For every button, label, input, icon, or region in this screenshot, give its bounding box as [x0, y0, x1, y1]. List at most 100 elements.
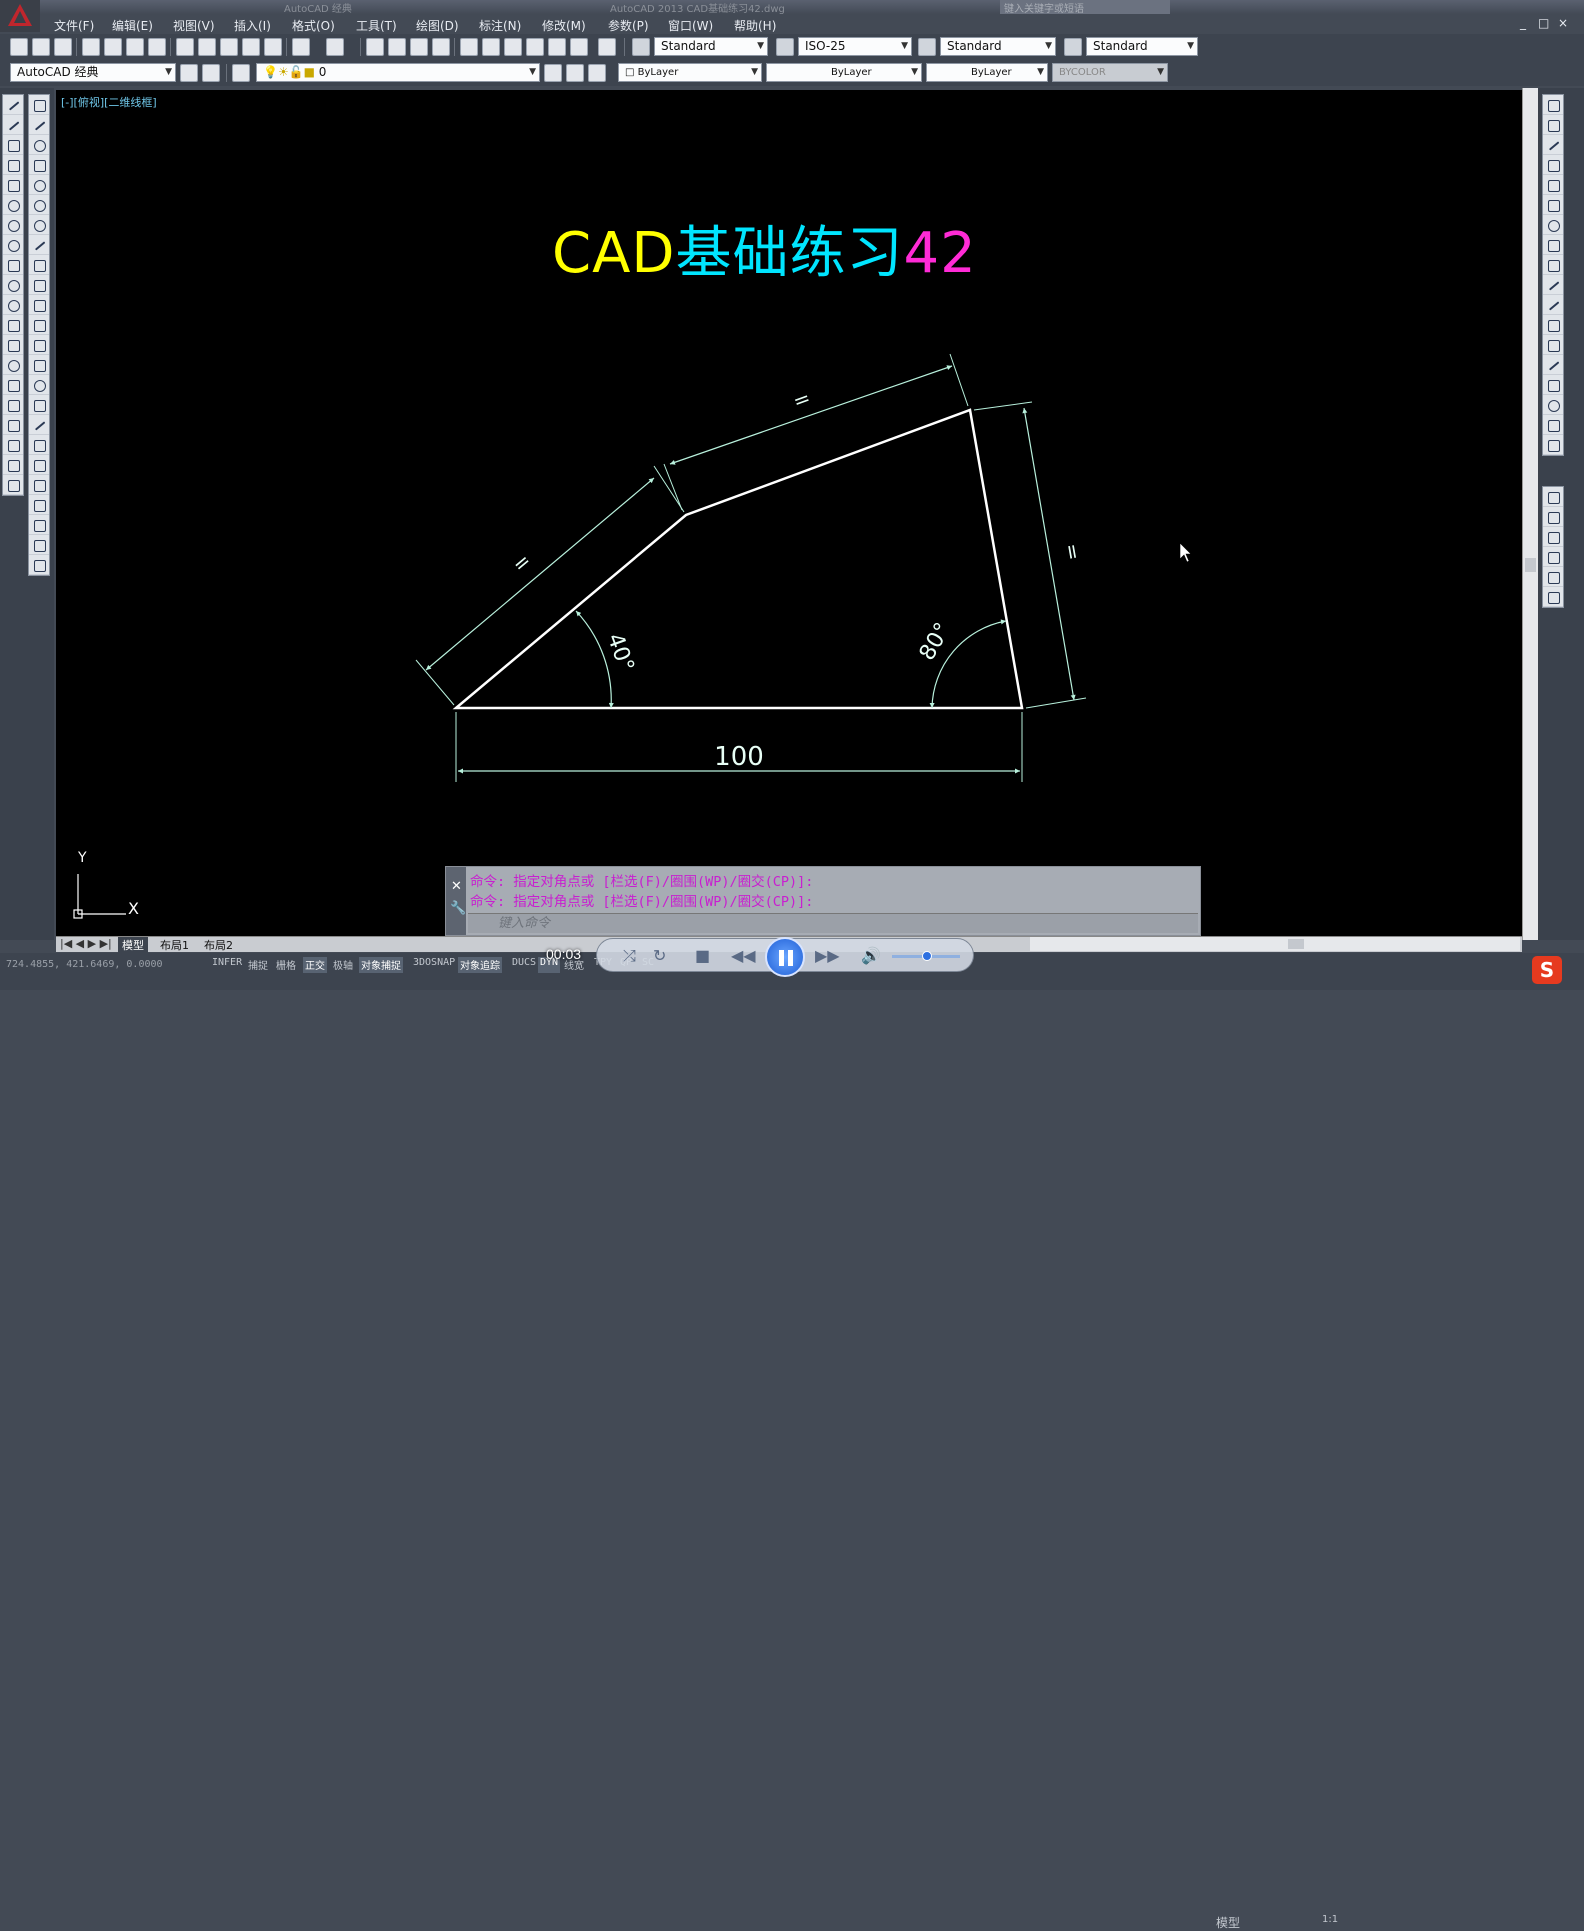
continue-dim-icon[interactable]	[29, 295, 49, 315]
dim-update-icon[interactable]	[29, 475, 49, 495]
text-style-select[interactable]: Standard ▼	[654, 37, 768, 56]
layer-manager-icon[interactable]	[232, 64, 250, 82]
offset-icon[interactable]	[1543, 155, 1563, 175]
close-command-icon[interactable]: ✕	[451, 879, 462, 894]
table-style-icon[interactable]	[918, 38, 936, 56]
menu-modify[interactable]: 修改(M)	[542, 17, 586, 34]
menu-format[interactable]: 格式(O)	[292, 17, 335, 34]
minimize-button[interactable]: _	[1520, 16, 1526, 30]
ortho-toggle[interactable]: 正交	[303, 957, 327, 973]
block-editor-icon[interactable]	[264, 38, 282, 56]
pan-icon[interactable]	[366, 38, 384, 56]
dim-space-icon[interactable]	[29, 315, 49, 335]
markup-icon[interactable]	[548, 38, 566, 56]
gradient-icon[interactable]	[3, 395, 23, 415]
rewind-icon[interactable]: ◀◀	[731, 946, 756, 965]
multiline-text-icon[interactable]	[3, 455, 23, 475]
volume-slider[interactable]	[892, 951, 960, 961]
plot-preview-icon[interactable]	[104, 38, 122, 56]
ordinate-dim-icon[interactable]	[29, 155, 49, 175]
annotation-scale[interactable]: 1:1	[1322, 1914, 1338, 1925]
3dosnap-toggle[interactable]: 3DOSNAP	[411, 957, 457, 973]
publish-icon[interactable]	[126, 38, 144, 56]
close-button[interactable]: ×	[1558, 16, 1568, 30]
dim-style-select[interactable]: ISO-25 ▼	[798, 37, 912, 56]
drawing-canvas[interactable]: [-][俯视][二维线框] CAD基础练习42 100 40° 80° = = …	[56, 90, 1522, 936]
bring-above-icon[interactable]	[1543, 527, 1563, 547]
dim-brush-icon[interactable]	[29, 555, 49, 575]
undo-icon[interactable]	[292, 38, 310, 56]
rotate-icon[interactable]	[1543, 215, 1563, 235]
menu-view[interactable]: 视图(V)	[173, 17, 215, 34]
diameter-dim-icon[interactable]	[29, 215, 49, 235]
snap-toggle[interactable]: 捕捉	[246, 957, 270, 973]
menu-window[interactable]: 窗口(W)	[668, 17, 713, 34]
break-icon[interactable]	[1543, 335, 1563, 355]
array-icon[interactable]	[1543, 175, 1563, 195]
new-file-icon[interactable]	[10, 38, 28, 56]
sheet-set-icon[interactable]	[526, 38, 544, 56]
join-icon[interactable]	[1543, 355, 1563, 375]
layer-select[interactable]: 💡☀🔓■ 0 ▼	[256, 63, 540, 82]
erase-icon[interactable]	[1543, 95, 1563, 115]
blend-curves-icon[interactable]	[1543, 415, 1563, 435]
dim-edit-icon[interactable]	[29, 435, 49, 455]
tab-navigation-arrows[interactable]: |◀ ◀ ▶ ▶|	[60, 937, 112, 950]
model-space-label[interactable]: 模型	[1216, 1914, 1240, 1931]
point-icon[interactable]	[3, 355, 23, 375]
grid-toggle[interactable]: 栅格	[274, 957, 298, 973]
menu-edit[interactable]: 编辑(E)	[112, 17, 153, 34]
bring-to-front-icon[interactable]	[1543, 487, 1563, 507]
polar-toggle[interactable]: 极轴	[331, 957, 355, 973]
arc-icon[interactable]	[3, 195, 23, 215]
construction-line-icon[interactable]	[3, 115, 23, 135]
tab-layout2[interactable]: 布局2	[204, 937, 233, 953]
infer-toggle[interactable]: INFER	[210, 957, 244, 973]
dim-text-edit-icon[interactable]	[29, 455, 49, 475]
hatch-to-back-icon[interactable]	[1543, 587, 1563, 607]
copy-object-icon[interactable]	[1543, 115, 1563, 135]
send-to-back-icon[interactable]	[1543, 507, 1563, 527]
menu-draw[interactable]: 绘图(D)	[416, 17, 459, 34]
rectangle-icon[interactable]	[3, 175, 23, 195]
move-icon[interactable]	[1543, 195, 1563, 215]
horizontal-scrollbar[interactable]	[1030, 937, 1520, 951]
lineweight-select[interactable]: ByLayer ▼	[926, 63, 1048, 82]
fast-forward-icon[interactable]: ▶▶	[815, 946, 840, 965]
extend-icon[interactable]	[1543, 295, 1563, 315]
tolerance-icon[interactable]	[29, 355, 49, 375]
text-style-icon[interactable]	[632, 38, 650, 56]
customize-command-icon[interactable]: 🔧	[450, 901, 466, 916]
customize-icon[interactable]	[202, 64, 220, 82]
make-block-icon[interactable]	[3, 335, 23, 355]
3d-dwf-icon[interactable]	[148, 38, 166, 56]
inspection-icon[interactable]	[29, 395, 49, 415]
tab-model[interactable]: 模型	[118, 937, 148, 953]
trim-icon[interactable]	[1543, 275, 1563, 295]
menu-parametric[interactable]: 参数(P)	[608, 17, 649, 34]
design-center-icon[interactable]	[482, 38, 500, 56]
redo-icon[interactable]	[326, 38, 344, 56]
zoom-previous-icon[interactable]	[432, 38, 450, 56]
region-icon[interactable]	[3, 415, 23, 435]
dim-style-tool-icon[interactable]	[29, 495, 49, 515]
repeat-icon[interactable]: ↻	[653, 946, 666, 965]
layer-states-icon[interactable]	[588, 64, 606, 82]
make-current-layer-icon[interactable]	[544, 64, 562, 82]
text-to-front-icon[interactable]	[1543, 567, 1563, 587]
polygon-icon[interactable]	[3, 155, 23, 175]
dim-style-manager-icon[interactable]	[29, 535, 49, 555]
insert-block-icon[interactable]	[3, 315, 23, 335]
dim-style-icon[interactable]	[776, 38, 794, 56]
linetype-select[interactable]: ByLayer ▼	[766, 63, 922, 82]
osnap-toggle[interactable]: 对象捕捉	[359, 957, 403, 973]
tool-palettes-icon[interactable]	[504, 38, 522, 56]
otrack-toggle[interactable]: 对象追踪	[458, 957, 502, 973]
menu-insert[interactable]: 插入(I)	[234, 17, 271, 34]
scale-icon[interactable]	[1543, 235, 1563, 255]
dim-break-icon[interactable]	[29, 335, 49, 355]
radius-dim-icon[interactable]	[29, 175, 49, 195]
table-icon[interactable]	[3, 435, 23, 455]
stop-icon[interactable]: ■	[695, 946, 710, 965]
linear-dim-icon[interactable]	[29, 95, 49, 115]
